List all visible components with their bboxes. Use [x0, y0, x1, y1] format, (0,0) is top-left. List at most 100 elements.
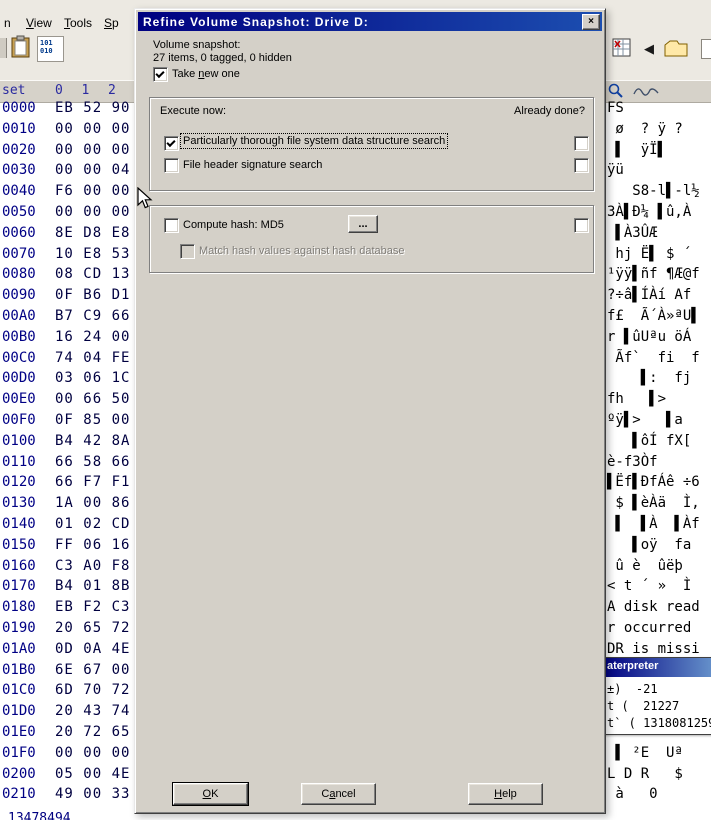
byte-cells[interactable]: 20 65 72 [55, 620, 130, 636]
calculator-icon[interactable] [612, 38, 632, 63]
ascii-cell[interactable]: A disk read [607, 599, 700, 620]
ascii-cell[interactable]: ø ? ÿ ? [607, 121, 682, 142]
back-arrow-icon[interactable]: ◀ [644, 40, 654, 58]
hex-row[interactable]: 01E0 20 72 65 [0, 724, 134, 745]
partial-toolbar-icon[interactable] [701, 39, 711, 59]
hex-row[interactable]: 0100 B4 42 8A [0, 433, 134, 454]
binary-convert-icon[interactable]: 101 010 [37, 36, 64, 62]
ascii-cell[interactable]: û è ûëþ [607, 558, 682, 579]
byte-cells[interactable]: F6 00 00 [55, 183, 130, 199]
hex-row[interactable]: 0120 66 F7 F1 [0, 474, 134, 495]
thorough-search-checkbox[interactable] [164, 136, 179, 151]
ascii-cell[interactable]: fh ▌> [607, 391, 666, 412]
ascii-cell[interactable]: ▌ ▌À ▌Àf [607, 516, 699, 537]
byte-cells[interactable]: 0F B6 D1 [55, 287, 130, 303]
hex-row[interactable]: 0160 C3 A0 F8 [0, 558, 134, 579]
hex-row[interactable]: 0050 00 00 00 [0, 204, 134, 225]
byte-cells[interactable]: 16 24 00 [55, 329, 130, 345]
dialog-title-bar[interactable]: Refine Volume Snapshot: Drive D: × [138, 12, 602, 31]
close-icon[interactable]: × [582, 14, 600, 30]
hex-row[interactable]: 0130 1A 00 86 [0, 495, 134, 516]
compute-hash-checkbox[interactable] [164, 218, 179, 233]
hex-row[interactable]: 0140 01 02 CD [0, 516, 134, 537]
menu-item-tools[interactable]: Tools [64, 16, 92, 30]
ascii-cell[interactable]: $ ▌èÀä Ì, [607, 495, 699, 516]
ascii-cell[interactable]: ▌ ÿÏ▌ [607, 142, 666, 163]
byte-cells[interactable]: 6E 67 00 [55, 662, 130, 678]
ascii-cell[interactable]: ?÷â▌ÍÀí Af [607, 287, 691, 308]
hex-row[interactable]: 0070 10 E8 53 [0, 246, 134, 267]
ascii-cell[interactable]: ▌À3ÛÆ [607, 225, 657, 246]
ascii-cell[interactable]: ▌ ²E Uª [607, 745, 682, 766]
hex-row[interactable]: 0180 EB F2 C3 [0, 599, 134, 620]
byte-cells[interactable]: 74 04 FE [55, 350, 130, 366]
byte-cells[interactable]: B7 C9 66 [55, 308, 130, 324]
byte-cells[interactable]: 00 66 50 [55, 391, 130, 407]
hex-row[interactable]: 0080 08 CD 13 [0, 266, 134, 287]
ascii-cell[interactable]: ▌Ëf▌ÐfÁê ÷6 [607, 474, 700, 495]
ascii-cell[interactable]: ¹ÿÿ▌ñf ¶Æ@f [607, 266, 700, 287]
byte-cells[interactable]: EB 52 90 [55, 100, 130, 116]
byte-cells[interactable]: 03 06 1C [55, 370, 130, 386]
byte-cells[interactable]: 00 00 04 [55, 162, 130, 178]
menu-item-sp[interactable]: Sp [104, 16, 119, 30]
byte-cells[interactable]: 08 CD 13 [55, 266, 130, 282]
ascii-cell[interactable]: ▌: fj [607, 370, 692, 391]
byte-cells[interactable]: 49 00 33 [55, 786, 130, 802]
ascii-cell[interactable]: à 0 [607, 786, 657, 807]
data-interpreter-title[interactable]: aterpreter [603, 658, 711, 677]
byte-cells[interactable]: 20 72 65 [55, 724, 130, 740]
ascii-cell[interactable]: r occurred [607, 620, 700, 641]
hex-row[interactable]: 00E0 00 66 50 [0, 391, 134, 412]
byte-cells[interactable]: 00 00 00 [55, 204, 130, 220]
ascii-cell[interactable]: ▌ôÍ fX[ [607, 433, 691, 454]
hex-row[interactable]: 0040 F6 00 00 [0, 183, 134, 204]
hash-options-button[interactable]: ... [348, 215, 378, 233]
take-new-checkbox[interactable] [153, 67, 168, 82]
byte-cells[interactable]: 10 E8 53 [55, 246, 130, 262]
hex-row[interactable]: 00F0 0F 85 00 [0, 412, 134, 433]
ascii-cell[interactable]: FS [607, 100, 624, 121]
hex-row[interactable]: 0000 EB 52 90 [0, 100, 134, 121]
menu-item-n[interactable]: n [4, 16, 11, 30]
signature-search-checkbox[interactable] [164, 158, 179, 173]
ascii-cell[interactable]: r ▌ûUªu öÁ [607, 329, 691, 350]
hex-row[interactable]: 01A0 0D 0A 4E [0, 641, 134, 662]
byte-cells[interactable]: 00 00 00 [55, 121, 130, 137]
byte-cells[interactable]: 01 02 CD [55, 516, 130, 532]
clipboard-icon[interactable] [10, 35, 32, 64]
byte-cells[interactable]: FF 06 16 [55, 537, 130, 553]
cancel-button[interactable]: Cancel [301, 783, 376, 805]
byte-cells[interactable]: 6D 70 72 [55, 682, 130, 698]
hex-row[interactable]: 01F0 00 00 00 [0, 745, 134, 766]
compute-hash-done-checkbox[interactable] [574, 218, 589, 233]
byte-cells[interactable]: C3 A0 F8 [55, 558, 130, 574]
byte-cells[interactable]: 1A 00 86 [55, 495, 130, 511]
ascii-cell[interactable]: ºÿ▌> ▌a [607, 412, 683, 433]
byte-cells[interactable]: 00 00 00 [55, 142, 130, 158]
ascii-cell[interactable]: S8-l▌-l½ [607, 183, 699, 204]
hex-row[interactable]: 00C0 74 04 FE [0, 350, 134, 371]
thorough-search-label[interactable]: Particularly thorough file system data s… [179, 133, 449, 149]
hex-row[interactable]: 01C0 6D 70 72 [0, 682, 134, 703]
hex-row[interactable]: 00A0 B7 C9 66 [0, 308, 134, 329]
ascii-cell[interactable]: L D R $ [607, 766, 683, 787]
ascii-cell[interactable]: ▌oÿ fa [607, 537, 691, 558]
signature-search-label[interactable]: File header signature search [183, 159, 322, 171]
compute-hash-label[interactable]: Compute hash: MD5 [183, 219, 284, 231]
ascii-cell[interactable]: è-f3Òf [607, 454, 658, 475]
take-new-label[interactable]: Take new one [172, 68, 240, 80]
cut-off-toolbar-icon[interactable] [0, 38, 7, 58]
byte-cells[interactable]: 0F 85 00 [55, 412, 130, 428]
hex-row[interactable]: 0170 B4 01 8B [0, 578, 134, 599]
byte-cells[interactable]: 05 00 4E [55, 766, 130, 782]
help-button[interactable]: Help [468, 783, 543, 805]
hex-row[interactable]: 0110 66 58 66 [0, 454, 134, 475]
menu-item-view[interactable]: View [26, 16, 52, 30]
byte-cells[interactable]: B4 01 8B [55, 578, 130, 594]
hex-row[interactable]: 0060 8E D8 E8 [0, 225, 134, 246]
byte-cells[interactable]: 8E D8 E8 [55, 225, 130, 241]
byte-cells[interactable]: B4 42 8A [55, 433, 130, 449]
ascii-cell[interactable]: < t ´ » Ì [607, 578, 691, 599]
hex-row[interactable]: 0190 20 65 72 [0, 620, 134, 641]
